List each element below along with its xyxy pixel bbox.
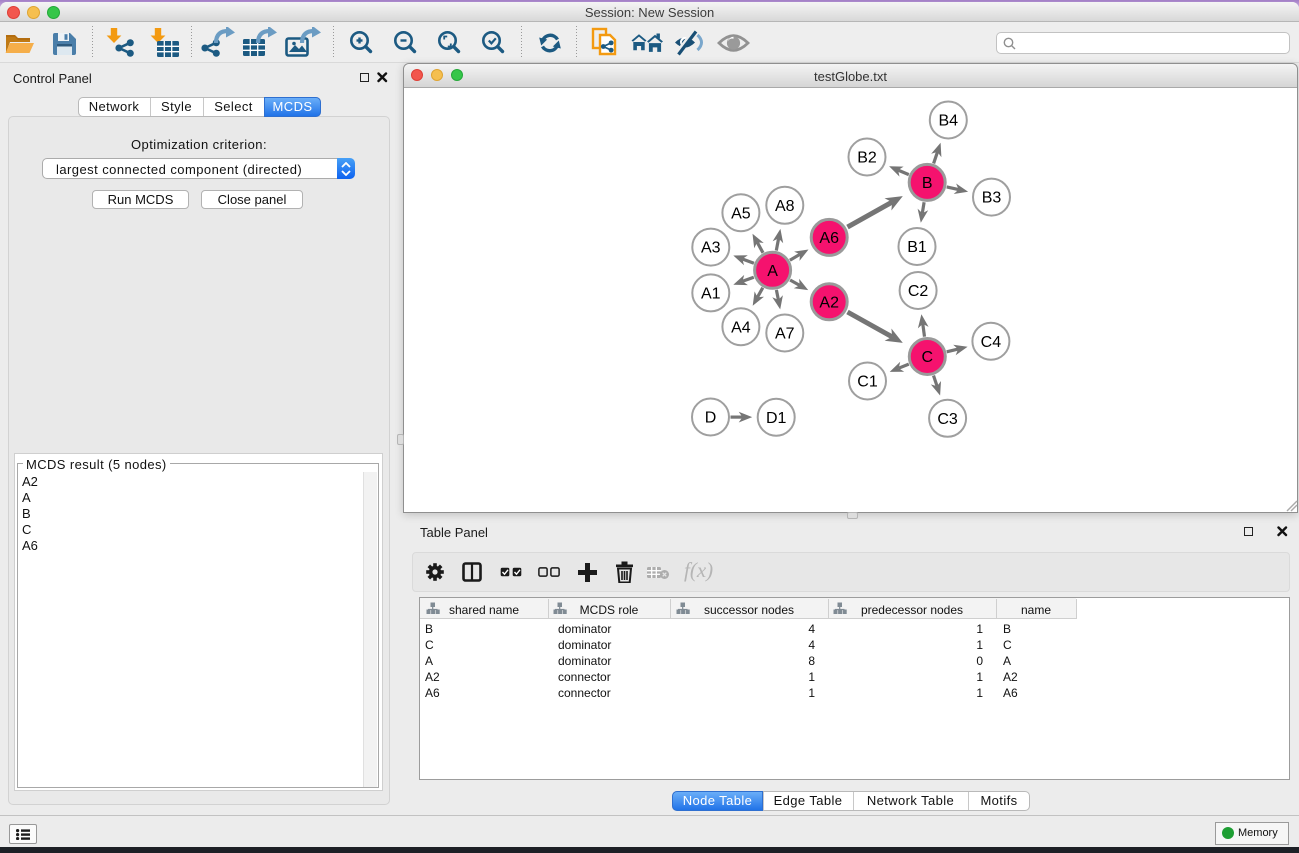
svg-text:C1: C1 xyxy=(857,374,878,391)
svg-text:C: C xyxy=(922,349,934,366)
svg-text:D: D xyxy=(705,410,717,427)
svg-text:C3: C3 xyxy=(937,411,958,428)
svg-text:A: A xyxy=(767,263,778,280)
svg-text:D1: D1 xyxy=(766,410,787,427)
svg-text:A2: A2 xyxy=(819,294,839,311)
svg-text:A6: A6 xyxy=(819,230,839,247)
svg-text:B2: B2 xyxy=(857,150,877,167)
svg-text:B: B xyxy=(922,175,933,192)
svg-text:A5: A5 xyxy=(731,205,751,222)
svg-text:A8: A8 xyxy=(775,198,795,215)
svg-text:A3: A3 xyxy=(701,240,721,257)
svg-text:C4: C4 xyxy=(981,334,1002,351)
svg-text:A4: A4 xyxy=(731,319,751,336)
svg-text:A1: A1 xyxy=(701,286,721,303)
svg-text:B1: B1 xyxy=(907,239,927,256)
svg-text:B3: B3 xyxy=(982,190,1002,207)
svg-text:A7: A7 xyxy=(775,326,795,343)
svg-text:C2: C2 xyxy=(908,283,929,300)
svg-text:B4: B4 xyxy=(939,113,959,130)
